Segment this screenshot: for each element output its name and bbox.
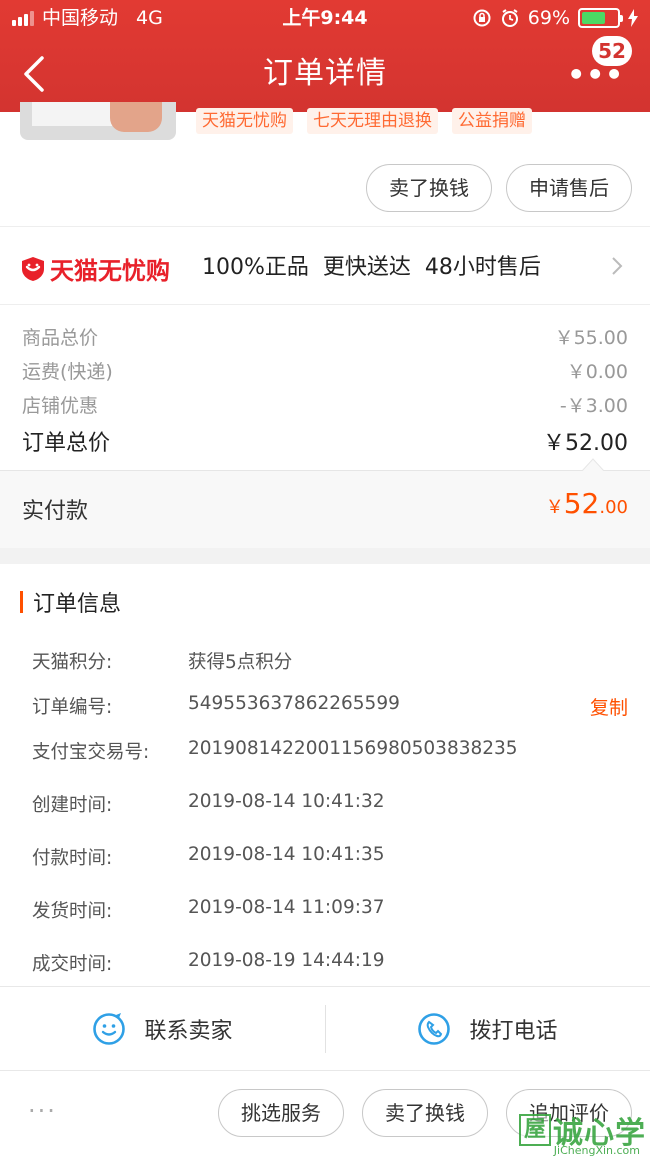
tmall-shield-icon <box>22 256 44 281</box>
nav-bar: 订单详情 52 ••• <box>0 36 650 112</box>
sell-exchange-button[interactable]: 卖了换钱 <box>366 164 492 212</box>
info-value: 2019-08-14 10:41:35 <box>188 844 385 865</box>
order-total-label: 订单总价 <box>22 431 111 456</box>
info-label: 成交时间: <box>32 954 113 975</box>
shipping-row: 运费(快递) ￥0.00 <box>22 357 628 384</box>
goods-total-row: 商品总价 ￥55.00 <box>22 323 628 350</box>
contact-bar: 联系卖家 拨打电话 <box>0 986 650 1070</box>
phone-icon <box>418 1013 451 1045</box>
goods-total-label: 商品总价 <box>22 327 99 349</box>
battery-percent: 69% <box>527 7 570 29</box>
contact-seller-button[interactable]: 联系卖家 <box>0 987 325 1071</box>
paid-label: 实付款 <box>22 499 89 524</box>
more-actions-button[interactable]: ··· <box>28 1097 57 1125</box>
info-value: 2019-08-19 14:44:19 <box>188 950 385 971</box>
call-phone-button[interactable]: 拨打电话 <box>325 987 650 1071</box>
battery-icon <box>578 8 623 28</box>
select-service-button[interactable]: 挑选服务 <box>218 1089 344 1137</box>
after-sale-button[interactable]: 申请售后 <box>506 164 632 212</box>
assurance-text: 100%正品 更快送达 48小时售后 <box>202 255 541 280</box>
info-label: 创建时间: <box>32 795 113 816</box>
info-label: 支付宝交易号: <box>32 742 150 763</box>
discount-row: 店铺优惠 -￥3.00 <box>22 391 628 418</box>
watermark-url: JiChengXin.com <box>553 1144 640 1156</box>
shipping-label: 运费(快递) <box>22 361 113 383</box>
sell-exchange-bottom-button[interactable]: 卖了换钱 <box>362 1089 488 1137</box>
info-label: 发货时间: <box>32 901 113 922</box>
copy-button[interactable]: 复制 <box>590 693 628 720</box>
alarm-icon <box>501 9 518 27</box>
status-bar: 中国移动 4G 上午9:44 69% <box>0 0 650 36</box>
call-phone-label: 拨打电话 <box>469 1019 558 1044</box>
header: 中国移动 4G 上午9:44 69% 订单详情 52 ••• <box>0 0 650 112</box>
section-accent-bar <box>20 591 23 613</box>
chat-face-icon <box>93 1013 126 1045</box>
service-tag: 公益捐赠 <box>452 108 532 134</box>
goods-total-value: ￥55.00 <box>554 327 628 349</box>
info-label: 订单编号: <box>32 697 113 718</box>
paid-decimal: .00 <box>599 497 628 518</box>
watermark-box: 屋 <box>519 1114 551 1146</box>
order-info-section: 订单信息 天猫积分: 获得5点积分 订单编号: 5495536378622655… <box>0 564 650 986</box>
paid-currency: ￥ <box>545 497 564 518</box>
order-number-value[interactable]: 549553637862265599 <box>188 693 400 714</box>
shipping-value: ￥0.00 <box>566 361 628 383</box>
info-value: 2019-08-14 11:09:37 <box>188 897 385 918</box>
service-tags: 天猫无忧购 七天无理由退换 公益捐赠 <box>196 108 532 134</box>
order-info-title: 订单信息 <box>33 592 122 617</box>
caret-up-icon <box>582 458 604 471</box>
info-value: 2019-08-14 10:41:32 <box>188 791 385 812</box>
info-label: 天猫积分: <box>32 652 113 673</box>
info-value: 2019081422001156980503838235 <box>188 738 518 759</box>
charging-icon <box>628 9 638 27</box>
page-title: 订单详情 <box>263 56 387 91</box>
product-thumbnail[interactable] <box>20 102 176 140</box>
contact-seller-label: 联系卖家 <box>144 1019 233 1044</box>
info-label: 付款时间: <box>32 848 113 869</box>
more-dots-icon: ••• <box>567 58 624 91</box>
rotation-lock-icon <box>473 9 491 27</box>
chevron-right-icon <box>612 257 623 275</box>
discount-value: -￥3.00 <box>559 395 628 417</box>
order-total-value: ￥52.00 <box>543 431 628 456</box>
price-breakdown: 商品总价 ￥55.00 运费(快递) ￥0.00 店铺优惠 -￥3.00 订单总… <box>0 304 650 470</box>
order-total-row: 订单总价 ￥52.00 <box>22 425 628 457</box>
paid-amount-row: 实付款 ￥52.00 <box>0 470 650 548</box>
order-info-header: 订单信息 <box>20 586 121 618</box>
paid-integer: 52 <box>563 487 600 520</box>
paid-value: ￥52.00 <box>546 487 628 520</box>
tmall-assurance-logo: 天猫无忧购 <box>20 251 170 286</box>
discount-label: 店铺优惠 <box>22 395 99 417</box>
info-value: 获得5点积分 <box>188 652 293 673</box>
tmall-assurance-row[interactable]: 天猫无忧购 100%正品 更快送达 48小时售后 <box>0 226 650 304</box>
service-tag: 七天无理由退换 <box>307 108 438 134</box>
product-card: 天猫无忧购 七天无理由退换 公益捐赠 卖了换钱 申请售后 <box>0 102 650 226</box>
product-actions: 卖了换钱 申请售后 <box>366 164 632 212</box>
more-button[interactable]: 52 ••• <box>567 36 632 112</box>
watermark-logo: 屋 诚心学 JiChengXin.com <box>519 1108 646 1156</box>
tmall-assurance-brand: 天猫无忧购 <box>50 257 170 285</box>
service-tag: 天猫无忧购 <box>196 108 293 134</box>
